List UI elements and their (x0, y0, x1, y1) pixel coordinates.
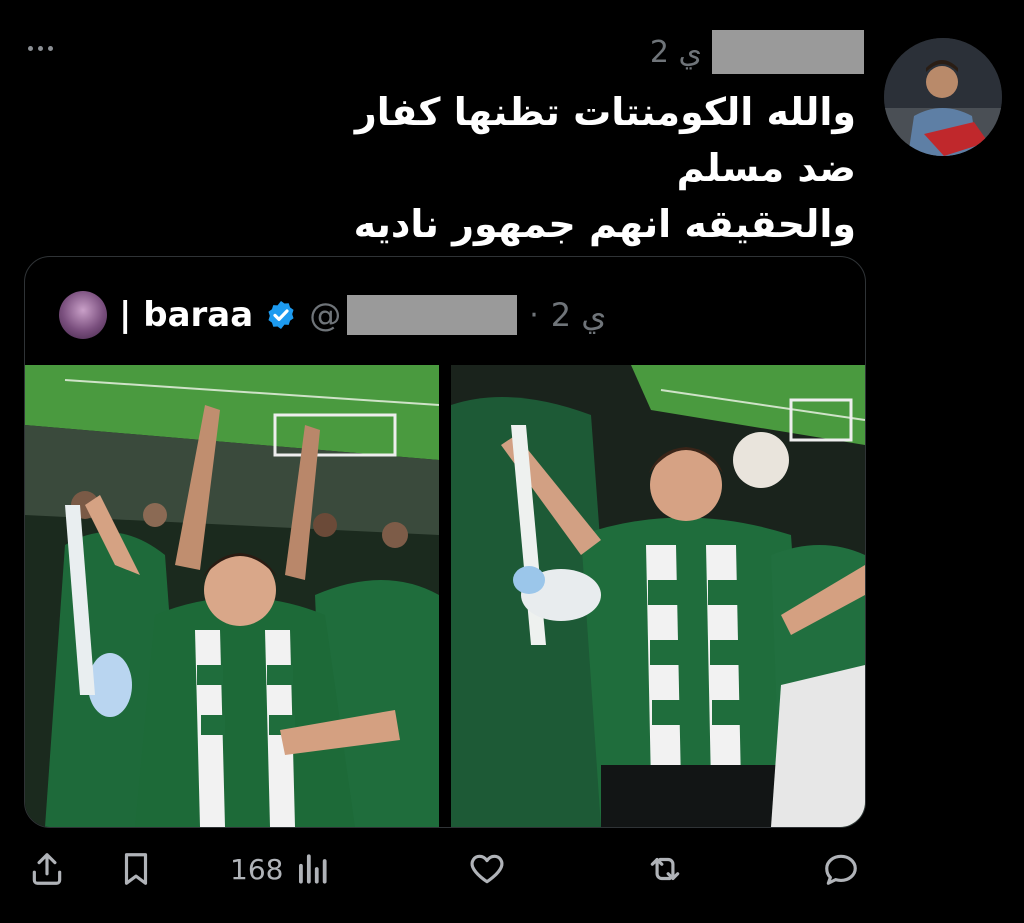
share-button[interactable] (28, 850, 66, 888)
reply-button[interactable] (822, 850, 860, 888)
share-icon (32, 853, 62, 885)
retweet-button[interactable] (646, 850, 684, 888)
bookmark-button[interactable] (117, 850, 155, 888)
quoted-photo-1[interactable] (25, 365, 439, 827)
heart-icon (470, 854, 504, 884)
tweet-time: 2 ي (649, 34, 702, 70)
reply-icon (825, 854, 857, 885)
verified-badge-icon (268, 301, 294, 329)
views-button[interactable]: 168 (230, 850, 331, 888)
author-avatar[interactable] (884, 38, 1002, 156)
separator-dot: · (529, 297, 539, 333)
quoted-tweet[interactable]: | baraa @ · 2 ي (24, 256, 866, 828)
bookmark-icon (124, 853, 148, 885)
quoted-author-handle[interactable]: @ (309, 295, 518, 335)
like-button[interactable] (468, 850, 506, 888)
quoted-author-name[interactable]: | baraa (119, 295, 253, 335)
action-bar: 168 (0, 840, 1024, 900)
quoted-author-avatar[interactable] (59, 291, 107, 339)
quoted-tweet-header: | baraa @ · 2 ي (59, 287, 606, 343)
quoted-tweet-time: 2 ي (550, 296, 607, 334)
quoted-photo-2[interactable] (451, 365, 865, 827)
retweet-icon (650, 857, 680, 881)
views-icon (299, 854, 328, 884)
handle-at-sign: @ (309, 296, 342, 334)
views-count: 168 (230, 852, 284, 886)
redacted-username (712, 30, 864, 74)
more-options-icon[interactable] (28, 38, 64, 58)
redacted-handle (347, 295, 518, 335)
tweet-header: 2 ي (650, 22, 864, 82)
